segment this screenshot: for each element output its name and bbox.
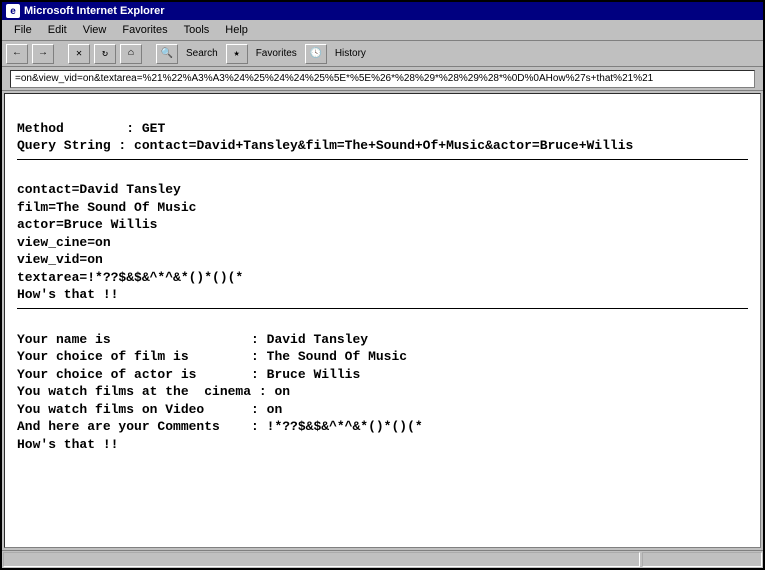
parsed-cine-label: You watch films at the cinema :	[17, 384, 267, 399]
parsed-comments-label: And here are your Comments :	[17, 419, 259, 434]
search-label: Search	[182, 48, 222, 59]
refresh-button[interactable]: ↻	[94, 44, 116, 64]
menu-favorites[interactable]: Favorites	[114, 22, 175, 38]
parsed-vid-label: You watch films on Video :	[17, 402, 259, 417]
menu-file[interactable]: File	[6, 22, 40, 38]
status-zone	[642, 552, 762, 567]
parsed-vid-value: on	[267, 402, 283, 417]
back-button[interactable]: ←	[6, 44, 28, 64]
stop-button[interactable]: ✕	[68, 44, 90, 64]
favorites-icon[interactable]: ★	[226, 44, 248, 64]
menu-help[interactable]: Help	[217, 22, 256, 38]
history-icon[interactable]: 🕓	[305, 44, 327, 64]
parsed-film-value: The Sound Of Music	[267, 349, 407, 364]
raw-line: actor=Bruce Willis	[17, 217, 157, 232]
history-label: History	[331, 48, 370, 59]
menu-view[interactable]: View	[75, 22, 115, 38]
parsed-comments-value: !*??$&$&^*^&*()*()(*	[267, 419, 423, 434]
favorites-label: Favorites	[252, 48, 301, 59]
address-bar: =on&view_vid=on&textarea=%21%22%A3%A3%24…	[2, 67, 763, 91]
parsed-cine-value: on	[274, 384, 290, 399]
raw-line: view_cine=on	[17, 235, 111, 250]
page-content: Method : GET Query String : contact=Davi…	[4, 93, 761, 548]
search-icon[interactable]: 🔍	[156, 44, 178, 64]
menu-bar: File Edit View Favorites Tools Help	[2, 20, 763, 41]
menu-tools[interactable]: Tools	[176, 22, 218, 38]
window-title: Microsoft Internet Explorer	[24, 5, 165, 17]
raw-line: film=The Sound Of Music	[17, 200, 196, 215]
parsed-actor-label: Your choice of actor is :	[17, 367, 259, 382]
status-text	[3, 552, 640, 567]
parsed-name-value: David Tansley	[267, 332, 368, 347]
url-input[interactable]: =on&view_vid=on&textarea=%21%22%A3%A3%24…	[10, 70, 755, 88]
parsed-actor-value: Bruce Willis	[267, 367, 361, 382]
divider	[17, 159, 748, 160]
raw-line: contact=David Tansley	[17, 182, 181, 197]
parsed-closing: How's that !!	[17, 437, 118, 452]
ie-icon: e	[6, 4, 20, 18]
menu-edit[interactable]: Edit	[40, 22, 75, 38]
browser-window: e Microsoft Internet Explorer File Edit …	[0, 0, 765, 570]
parsed-name-label: Your name is :	[17, 332, 259, 347]
parsed-film-label: Your choice of film is :	[17, 349, 259, 364]
query-value: contact=David+Tansley&film=The+Sound+Of+…	[134, 138, 633, 153]
forward-button[interactable]: →	[32, 44, 54, 64]
title-bar: e Microsoft Internet Explorer	[2, 2, 763, 20]
query-label: Query String :	[17, 138, 126, 153]
method-label: Method :	[17, 121, 134, 136]
divider	[17, 308, 748, 309]
raw-line: How's that !!	[17, 287, 118, 302]
method-value: GET	[142, 121, 165, 136]
raw-line: textarea=!*??$&$&^*^&*()*()(*	[17, 270, 243, 285]
status-bar	[2, 550, 763, 568]
raw-line: view_vid=on	[17, 252, 103, 267]
home-button[interactable]: ⌂	[120, 44, 142, 64]
toolbar: ← → ✕ ↻ ⌂ 🔍 Search ★ Favorites 🕓 History	[2, 41, 763, 67]
